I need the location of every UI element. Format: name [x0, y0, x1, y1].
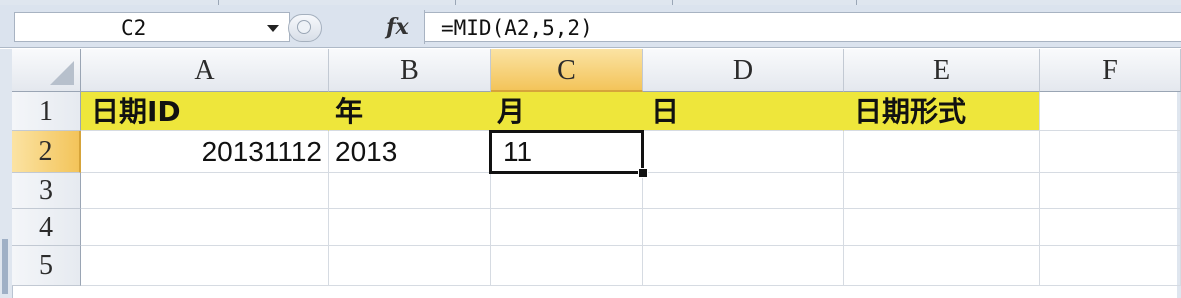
cell-e2[interactable] [844, 131, 1040, 173]
column-header-f[interactable]: F [1040, 49, 1181, 92]
cell-e1-value: 日期形式 [854, 95, 967, 128]
select-all-icon [50, 61, 74, 85]
cell-d2[interactable] [643, 131, 844, 173]
cell-a1-value: 日期ID [91, 95, 181, 128]
cell-c1[interactable]: 月 [491, 92, 643, 131]
cell-c3[interactable] [491, 173, 643, 209]
formula-bar: C2 fx =MID(A2,5,2) [0, 5, 1181, 48]
splitter-knob-icon [297, 20, 311, 34]
cell-b1-value: 年 [335, 95, 364, 128]
scroll-indicator [2, 239, 8, 294]
cell-c2-value: 11 [503, 136, 533, 167]
select-all-button[interactable] [12, 49, 81, 92]
row-header-4[interactable]: 4 [12, 209, 81, 246]
name-box[interactable]: C2 [14, 12, 290, 42]
row-header-3[interactable]: 3 [12, 173, 81, 209]
formula-input[interactable]: =MID(A2,5,2) [425, 12, 1181, 42]
cell-e3[interactable] [844, 173, 1040, 209]
name-box-value: C2 [121, 16, 147, 40]
cell-b4[interactable] [329, 209, 491, 246]
cell-b3[interactable] [329, 173, 491, 209]
cell-c2[interactable]: 11 [491, 131, 643, 173]
cell-f1[interactable] [1040, 92, 1181, 131]
cell-d5[interactable] [643, 246, 844, 286]
column-header-d[interactable]: D [643, 49, 844, 92]
cell-d1-value: 日 [651, 95, 680, 128]
column-header-b[interactable]: B [329, 49, 491, 92]
cell-e4[interactable] [844, 209, 1040, 246]
cell-c1-value: 月 [497, 95, 526, 128]
cell-f2[interactable] [1040, 131, 1181, 173]
column-header-a[interactable]: A [81, 49, 329, 92]
cell-f3[interactable] [1040, 173, 1181, 209]
cell-a1[interactable]: 日期ID [81, 92, 329, 131]
row-header-2[interactable]: 2 [12, 131, 81, 173]
cell-b1[interactable]: 年 [329, 92, 491, 131]
insert-function-icon[interactable]: fx [386, 14, 409, 40]
column-header-e[interactable]: E [844, 49, 1040, 92]
cell-a2-value: 20131112 [201, 136, 322, 167]
cell-a5[interactable] [81, 246, 329, 286]
chevron-down-icon[interactable] [267, 25, 279, 32]
cell-a2[interactable]: 20131112 [81, 131, 329, 173]
cell-e1[interactable]: 日期形式 [844, 92, 1040, 131]
column-header-c[interactable]: C [491, 49, 643, 92]
row-header-1[interactable]: 1 [12, 92, 81, 131]
formula-bar-splitter[interactable] [288, 14, 322, 42]
cell-f4[interactable] [1040, 209, 1181, 246]
cell-b2[interactable]: 2013 [329, 131, 491, 173]
fill-handle[interactable] [638, 168, 648, 178]
row-header-5[interactable]: 5 [12, 246, 81, 286]
cell-a4[interactable] [81, 209, 329, 246]
cell-b2-value: 2013 [335, 136, 398, 167]
cell-d3[interactable] [643, 173, 844, 209]
cell-a3[interactable] [81, 173, 329, 209]
formula-text: =MID(A2,5,2) [441, 16, 593, 40]
cell-d4[interactable] [643, 209, 844, 246]
cell-f5[interactable] [1040, 246, 1181, 286]
cell-c4[interactable] [491, 209, 643, 246]
cell-c5[interactable] [491, 246, 643, 286]
cell-b5[interactable] [329, 246, 491, 286]
cell-e5[interactable] [844, 246, 1040, 286]
cell-d1[interactable]: 日 [643, 92, 844, 131]
